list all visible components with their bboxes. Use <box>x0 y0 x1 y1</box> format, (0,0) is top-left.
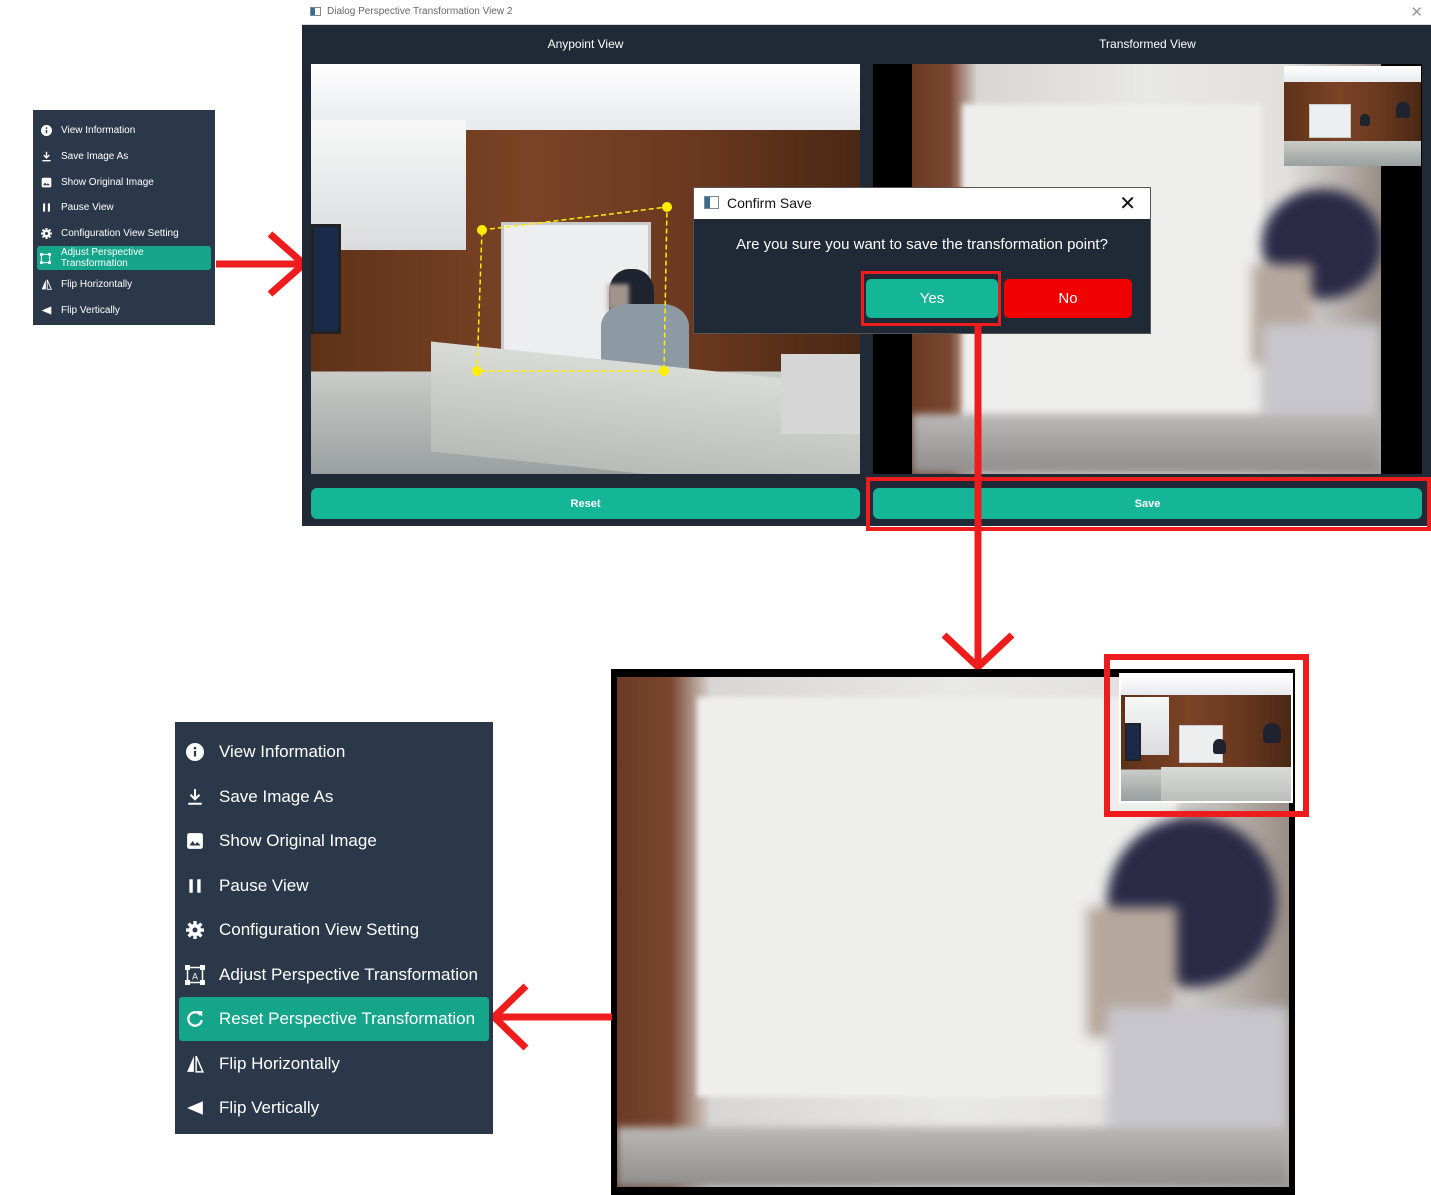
small-context-menu: View Information Save Image As Show Orig… <box>33 110 215 325</box>
corner-handle <box>659 366 669 376</box>
confirm-message: Are you sure you want to save the transf… <box>736 236 1108 253</box>
menu-item-reset-perspective-transformation[interactable]: Reset Perspective Transformation <box>179 997 489 1041</box>
gear-icon <box>39 227 53 239</box>
corner-handle <box>472 366 482 376</box>
original-thumbnail <box>1284 66 1421 166</box>
dialog-titlebar: Dialog Perspective Transformation View 2… <box>302 0 1431 25</box>
confirm-titlebar: Confirm Save ✕ <box>694 188 1150 219</box>
transformed-view-label: Transformed View <box>1099 37 1196 51</box>
download-icon <box>183 788 207 806</box>
menu-item-view-information[interactable]: View Information <box>37 118 211 142</box>
menu-item-label: View Information <box>61 124 136 136</box>
menu-item-adjust-perspective-transformation[interactable]: Adjust Perspective Transformation <box>37 246 211 270</box>
menu-item-label: Reset Perspective Transformation <box>219 1009 476 1028</box>
menu-item-label: Flip Horizontally <box>61 278 133 290</box>
menu-item-flip-horizontally[interactable]: Flip Horizontally <box>179 1042 489 1086</box>
menu-item-show-original-image[interactable]: Show Original Image <box>37 170 211 194</box>
window-icon <box>704 196 719 209</box>
menu-item-pause-view[interactable]: Pause View <box>179 864 489 908</box>
menu-item-label: Save Image As <box>219 787 334 806</box>
menu-item-save-image-as[interactable]: Save Image As <box>37 144 211 168</box>
menu-item-label: Pause View <box>61 201 114 213</box>
flip-horizontal-icon <box>39 279 53 290</box>
corner-handle <box>477 225 487 235</box>
arrow-right-icon <box>216 231 310 297</box>
perspective-icon: A <box>183 965 207 985</box>
info-icon <box>183 743 207 761</box>
menu-item-flip-horizontally[interactable]: Flip Horizontally <box>37 272 211 296</box>
corner-handle <box>662 202 672 212</box>
menu-item-label: Show Original Image <box>61 176 154 188</box>
download-icon <box>39 151 53 162</box>
menu-item-label: Flip Vertically <box>219 1098 320 1117</box>
flip-horizontal-icon <box>183 1055 207 1073</box>
menu-item-label: Flip Vertically <box>61 304 120 316</box>
menu-item-configuration-view-setting[interactable]: Configuration View Setting <box>179 908 489 952</box>
menu-item-label: Adjust Perspective Transformation <box>219 965 478 984</box>
menu-item-configuration-view-setting[interactable]: Configuration View Setting <box>37 221 211 245</box>
no-button[interactable]: No <box>1004 279 1132 318</box>
image-icon <box>39 177 53 188</box>
menu-item-show-original-image[interactable]: Show Original Image <box>179 819 489 863</box>
menu-item-view-information[interactable]: View Information <box>179 730 489 774</box>
menu-item-label: View Information <box>219 742 346 761</box>
thumbnail-highlight-box <box>1104 654 1309 817</box>
window-icon <box>310 7 321 16</box>
large-context-menu: View Information Save Image As Show Orig… <box>175 722 493 1134</box>
reset-button[interactable]: Reset <box>311 488 860 519</box>
svg-text:A: A <box>192 971 198 981</box>
close-icon[interactable]: ✕ <box>1410 3 1423 21</box>
menu-item-label: Pause View <box>219 876 309 895</box>
yes-highlight-box <box>861 271 1001 326</box>
menu-item-label: Show Original Image <box>219 831 377 850</box>
close-icon[interactable]: ✕ <box>1119 191 1136 216</box>
flip-vertical-icon <box>39 305 53 316</box>
flip-vertical-icon <box>183 1099 207 1117</box>
menu-item-adjust-perspective-transformation[interactable]: A Adjust Perspective Transformation <box>179 953 489 997</box>
reset-icon <box>183 1010 207 1028</box>
menu-item-save-image-as[interactable]: Save Image As <box>179 775 489 819</box>
menu-item-flip-vertically[interactable]: Flip Vertically <box>179 1086 489 1130</box>
menu-item-flip-vertically[interactable]: Flip Vertically <box>37 298 211 322</box>
pause-icon <box>183 877 207 895</box>
arrow-left-icon <box>488 983 612 1051</box>
menu-item-label: Flip Horizontally <box>219 1054 340 1073</box>
menu-item-pause-view[interactable]: Pause View <box>37 195 211 219</box>
arrow-down-icon <box>941 325 1015 672</box>
menu-item-label: Configuration View Setting <box>219 920 420 939</box>
menu-item-label: Adjust Perspective Transformation <box>60 247 144 269</box>
dialog-title: Dialog Perspective Transformation View 2 <box>327 6 513 17</box>
menu-item-label: Save Image As <box>61 150 129 162</box>
pause-icon <box>39 202 53 213</box>
perspective-icon <box>39 252 53 264</box>
anypoint-view-label: Anypoint View <box>547 37 624 51</box>
gear-icon <box>183 921 207 939</box>
image-icon <box>183 832 207 850</box>
menu-item-label: Configuration View Setting <box>61 227 179 239</box>
confirm-title: Confirm Save <box>727 195 812 211</box>
info-icon <box>39 124 53 136</box>
